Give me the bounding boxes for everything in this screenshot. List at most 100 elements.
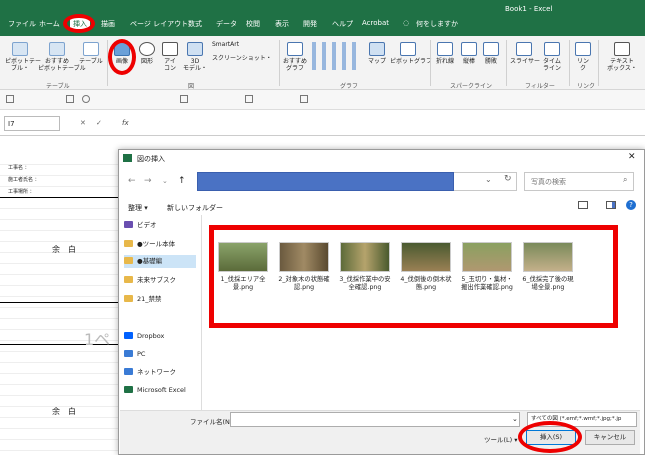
tell-me-icon[interactable]: ◌ — [403, 19, 409, 27]
dialog-title: 図の挿入 — [137, 155, 165, 163]
tell-me-box[interactable]: 何をしますか — [416, 19, 458, 29]
sparkline-winloss-button[interactable]: 勝敗 — [482, 42, 500, 65]
recommended-pivot-icon — [49, 42, 65, 56]
fx-icon[interactable]: fx — [122, 119, 129, 127]
tab-file[interactable]: ファイル — [8, 19, 36, 29]
tab-view[interactable]: 表示 — [275, 19, 289, 29]
smartart-label: SmartArt — [212, 41, 240, 48]
pivot-chart-button[interactable]: ピボットグラフ — [390, 42, 432, 65]
dialog-title-bar: 図の挿入 ✕ — [120, 150, 640, 166]
cancel-button[interactable]: キャンセル — [585, 430, 635, 445]
tab-home[interactable]: ホーム — [39, 19, 60, 29]
filename-dropdown-icon[interactable]: ⌄ — [512, 415, 518, 423]
preview-pane-icon[interactable] — [606, 201, 616, 209]
page-break-ghost: 1ペ — [84, 330, 111, 349]
textbox-icon — [614, 42, 630, 56]
back-icon[interactable]: ← — [128, 176, 136, 186]
view-options-icon[interactable] — [578, 201, 588, 209]
smartart-button[interactable]: SmartArt — [212, 41, 239, 48]
align-icon[interactable] — [300, 95, 308, 103]
table-button[interactable]: テーブル — [78, 42, 104, 65]
icons-button[interactable]: アイ コン — [160, 42, 180, 72]
close-icon[interactable]: ✕ — [628, 152, 636, 162]
search-input[interactable]: 写真の検索 — [524, 172, 634, 191]
nav-item-video[interactable]: ビデオ — [124, 219, 157, 232]
folder-icon — [124, 276, 133, 283]
tab-formulas[interactable]: 数式 — [188, 19, 202, 29]
tab-help[interactable]: ヘルプ — [332, 19, 353, 29]
organize-button[interactable]: 整理 ▾ — [128, 203, 148, 213]
sparkline-line-icon — [437, 42, 453, 56]
forward-icon[interactable]: → — [144, 176, 152, 186]
save-icon[interactable] — [6, 95, 14, 103]
cell-contractor: 施工者氏名 ： — [8, 177, 40, 183]
tab-acrobat[interactable]: Acrobat — [362, 19, 389, 27]
tab-developer[interactable]: 開発 — [303, 19, 317, 29]
filename-input[interactable] — [230, 412, 520, 427]
sparkline-column-button[interactable]: 縦棒 — [460, 42, 478, 65]
blank-label-1: 余 白 — [52, 245, 76, 254]
link-label: リン ク — [576, 58, 589, 72]
cancel-formula-icon[interactable]: ✕ — [80, 119, 86, 127]
nav-label: Microsoft Excel — [137, 386, 186, 394]
map-button[interactable]: マップ — [366, 42, 388, 65]
tools-menu[interactable]: ツール(L) ▾ — [484, 434, 518, 444]
group-label-illustrations: 図 — [188, 83, 195, 90]
textbox-tool-icon[interactable] — [180, 95, 188, 103]
tab-review[interactable]: 校閲 — [246, 19, 260, 29]
nav-label: 21_禁禁 — [137, 295, 162, 303]
cube-icon — [187, 42, 203, 56]
nav-item-folder[interactable]: 21_禁禁 — [124, 293, 162, 306]
nav-label: ●基礎編 — [137, 257, 163, 265]
search-icon[interactable]: ⌕ — [623, 175, 627, 185]
recommended-pivot-button[interactable]: おすすめ ピボットテーブル — [38, 42, 86, 72]
pivot-chart-label: ピボットグラフ — [390, 58, 433, 65]
group-label-links: リンク — [577, 83, 596, 90]
nav-item-pc[interactable]: PC — [124, 348, 145, 361]
refresh-icon[interactable]: ↻ — [504, 174, 512, 184]
nav-item-folder[interactable]: 未来サブスク — [124, 274, 176, 287]
help-icon[interactable]: ? — [626, 200, 636, 210]
cell-construction-name: 工事名 ： — [8, 165, 30, 171]
nav-item-excel[interactable]: Microsoft Excel — [124, 384, 186, 397]
pivot-table-button[interactable]: ピボットテー ブル・ — [5, 42, 41, 72]
table-icon — [83, 42, 99, 56]
3d-model-button[interactable]: 3D モデル・ — [183, 42, 207, 72]
nav-item-dropbox[interactable]: Dropbox — [124, 330, 164, 343]
ribbon-separator — [569, 40, 570, 86]
highlight-box-files — [209, 225, 618, 328]
video-icon — [124, 221, 133, 228]
camera-icon[interactable] — [245, 95, 253, 103]
highlight-oval-image — [108, 39, 136, 75]
pane-divider[interactable] — [201, 215, 202, 410]
slicer-button[interactable]: スライサー — [510, 42, 540, 65]
new-folder-button[interactable]: 新しいフォルダー — [167, 203, 223, 213]
folder-icon — [124, 240, 133, 247]
screenshot-button[interactable]: スクリーンショット・ — [212, 55, 272, 62]
nav-item-folder[interactable]: ●ツール本体 — [124, 238, 175, 251]
textbox-button[interactable]: テキスト ボックス・ — [604, 42, 640, 72]
sparkline-line-button[interactable]: 折れ線 — [434, 42, 456, 65]
highlight-oval-insert-button — [518, 421, 582, 453]
tab-page-layout[interactable]: ページ レイアウト — [130, 19, 188, 29]
group-label-sparklines: スパークライン — [450, 83, 493, 90]
rectangle-icon[interactable] — [66, 95, 74, 103]
recommended-chart-button[interactable]: おすすめ グラフ — [282, 42, 308, 72]
shapes-button[interactable]: 図形 — [137, 42, 157, 65]
nav-item-network[interactable]: ネットワーク — [124, 366, 176, 379]
name-box[interactable]: I7 — [4, 116, 60, 131]
timeline-button[interactable]: タイム ライン — [540, 42, 564, 72]
chart-type-icons[interactable] — [312, 42, 362, 70]
link-button[interactable]: リン ク — [574, 42, 592, 72]
history-chevron-icon[interactable]: ⌄ — [162, 177, 168, 185]
table-label: テーブル — [79, 58, 103, 65]
oval-icon[interactable] — [82, 95, 90, 103]
address-dropdown-icon[interactable]: ⌄ — [485, 175, 492, 184]
up-icon[interactable]: ↑ — [178, 176, 186, 186]
nav-item-folder-selected[interactable]: ●基礎編 — [124, 255, 196, 268]
tab-draw[interactable]: 描画 — [101, 19, 115, 29]
shapes-label: 図形 — [140, 58, 153, 65]
pivot-chart-icon — [400, 42, 416, 56]
enter-formula-icon[interactable]: ✓ — [96, 119, 102, 127]
tab-data[interactable]: データ — [216, 19, 237, 29]
